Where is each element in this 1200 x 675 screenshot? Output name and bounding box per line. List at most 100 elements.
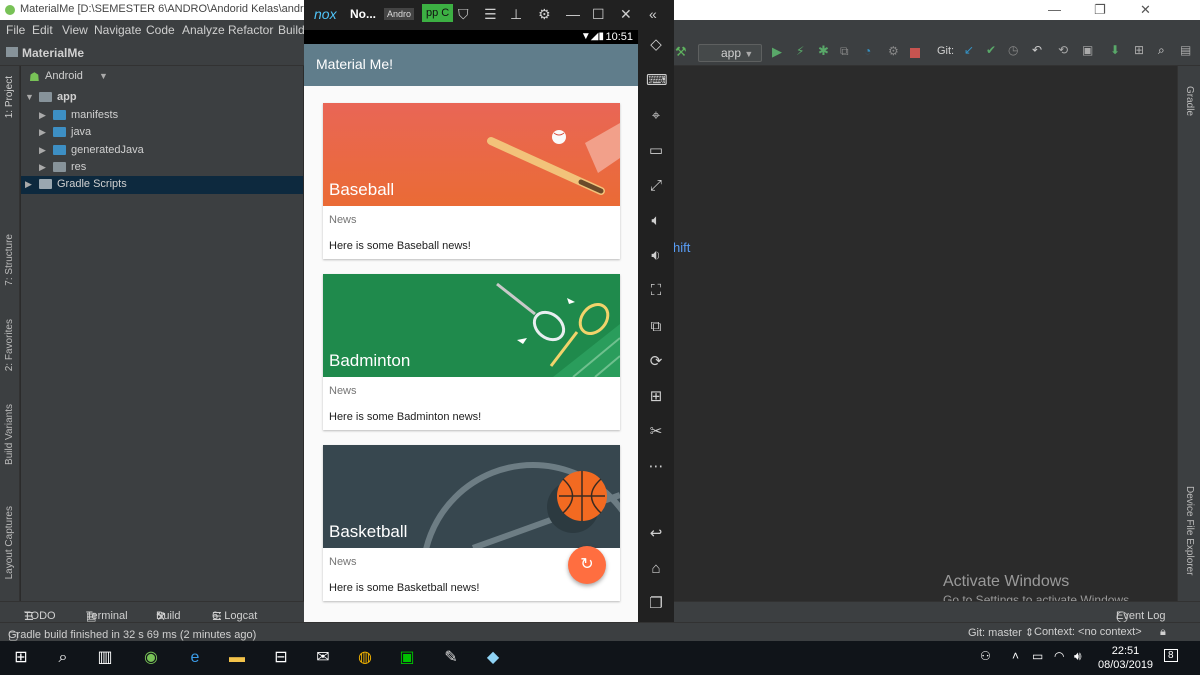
tree-node-gradle-scripts[interactable]: ▶ Gradle Scripts bbox=[21, 176, 303, 194]
menu-build[interactable]: Build bbox=[278, 23, 305, 37]
menu-file[interactable]: File bbox=[6, 23, 25, 37]
menu-edit[interactable]: Edit bbox=[32, 23, 53, 37]
sport-card-badminton[interactable]: Badminton News Here is some Badminton ne… bbox=[323, 274, 620, 430]
screenshot-icon[interactable]: ⛶ bbox=[646, 281, 666, 301]
tab-project[interactable]: 1: Project bbox=[4, 76, 15, 118]
taskbar-clock[interactable]: 22:51 08/03/2019 bbox=[1098, 644, 1153, 672]
collapse-toolbar-icon[interactable]: « bbox=[649, 6, 657, 22]
nox-taskbar-icon[interactable]: ◆ bbox=[480, 645, 506, 671]
more-icon[interactable]: ⋯ bbox=[646, 457, 666, 477]
chrome-icon[interactable]: ◍ bbox=[352, 645, 378, 671]
tab-layout-captures[interactable]: Layout Captures bbox=[4, 506, 15, 579]
apk-install-icon[interactable]: ⊞ bbox=[646, 387, 666, 407]
coverage-icon[interactable]: ⚙ bbox=[888, 44, 902, 58]
editor-hint-text: hift bbox=[673, 240, 691, 255]
wifi-icon[interactable]: ◠ bbox=[1054, 649, 1064, 663]
tab-build-variants[interactable]: Build Variants bbox=[4, 404, 15, 465]
tree-node-app[interactable]: ▼ app bbox=[25, 89, 303, 107]
shirt-icon[interactable]: ⛉ bbox=[458, 6, 469, 23]
minimize-icon[interactable]: — bbox=[566, 6, 580, 22]
sdk-manager-icon[interactable]: ⬇ bbox=[1110, 43, 1124, 57]
debug-icon[interactable]: ✱ bbox=[818, 43, 832, 58]
minimize-icon[interactable]: — bbox=[1048, 2, 1061, 17]
git-commit-icon[interactable]: ✔ bbox=[986, 43, 1000, 57]
multi-instance-icon[interactable]: ⧉ bbox=[646, 317, 666, 337]
volume-icon[interactable]: 🔊︎ bbox=[1074, 649, 1082, 664]
stop-icon[interactable] bbox=[910, 48, 920, 58]
tree-node-res[interactable]: ▶ res bbox=[39, 159, 303, 177]
settings-icon[interactable]: ⚙ bbox=[538, 6, 551, 23]
keyboard-icon[interactable]: ⌨ bbox=[646, 71, 668, 91]
screen-icon[interactable]: ▭ bbox=[646, 141, 666, 161]
pin-icon[interactable]: ⊥ bbox=[510, 6, 522, 23]
revert-icon[interactable]: ↶ bbox=[1032, 43, 1046, 57]
chevron-up-icon[interactable]: ˄ bbox=[1012, 649, 1019, 663]
apply-changes-icon[interactable]: ⚡ bbox=[796, 44, 810, 58]
tab-favorites[interactable]: 2: Favorites bbox=[4, 319, 15, 371]
maximize-icon[interactable]: ☐ bbox=[592, 6, 605, 23]
layout-icon[interactable]: ▤ bbox=[1180, 43, 1194, 57]
breadcrumb[interactable]: MaterialMe bbox=[6, 46, 84, 60]
menu-analyze[interactable]: Analyze bbox=[182, 23, 225, 37]
profile-icon[interactable]: ◔ bbox=[864, 44, 878, 58]
tree-node-manifests[interactable]: ▶ manifests bbox=[39, 107, 303, 125]
menu-icon[interactable]: ☰ bbox=[484, 6, 497, 23]
task-view-icon[interactable]: ▥ bbox=[92, 645, 118, 671]
tree-node-generatedjava[interactable]: ▶ generatedJava bbox=[39, 142, 303, 160]
tab-structure[interactable]: 7: Structure bbox=[4, 234, 15, 286]
close-icon[interactable]: ✕ bbox=[1140, 2, 1151, 18]
menu-refactor[interactable]: Refactor bbox=[228, 23, 273, 37]
search-icon[interactable]: ⌕ bbox=[1158, 43, 1172, 57]
battery-icon[interactable]: ▭ bbox=[1032, 649, 1043, 663]
scissors-icon[interactable]: ✂ bbox=[646, 422, 666, 442]
tab-device-file-explorer[interactable]: Device File Explorer bbox=[1184, 486, 1195, 575]
file-explorer-icon[interactable]: ▬ bbox=[224, 645, 250, 671]
refresh-fab-button[interactable]: ↻ bbox=[568, 546, 606, 584]
search-icon[interactable]: ⌕ bbox=[50, 645, 76, 671]
tree-node-java[interactable]: ▶ java bbox=[39, 124, 303, 142]
tab-gradle[interactable]: Gradle bbox=[1184, 86, 1195, 116]
sport-card-baseball[interactable]: Baseball News Here is some Baseball news… bbox=[323, 103, 620, 259]
store-icon[interactable]: ⊟ bbox=[268, 645, 294, 671]
attach-debugger-icon[interactable]: ⧉ bbox=[840, 44, 854, 58]
status-bar: ▢ Gradle build finished in 32 s 69 ms (2… bbox=[0, 622, 1200, 642]
avd-manager-icon[interactable]: ▣ bbox=[1082, 43, 1096, 57]
git-update-icon[interactable]: ↙ bbox=[964, 43, 978, 57]
windows-start-icon[interactable]: ⊞ bbox=[8, 645, 34, 671]
home-icon[interactable]: ⌂ bbox=[646, 559, 666, 579]
volume-up-icon[interactable]: 🔈︎ bbox=[646, 211, 666, 231]
git-branch[interactable]: Git: master ⇕ bbox=[968, 626, 1034, 639]
hammer-icon[interactable]: ⚒ bbox=[675, 44, 689, 59]
fullscreen-icon[interactable]: ⤢ bbox=[646, 176, 666, 196]
people-icon[interactable]: ⚇ bbox=[980, 649, 991, 663]
menu-view[interactable]: View bbox=[62, 23, 88, 37]
gradle-sync-icon[interactable]: ⟲ bbox=[1058, 43, 1072, 57]
paint-icon[interactable]: ✎ bbox=[438, 645, 464, 671]
history-icon[interactable]: ◷ bbox=[1008, 43, 1022, 57]
generated-folder-icon bbox=[53, 145, 66, 155]
nox-app-tag[interactable]: pp C bbox=[422, 4, 454, 22]
context-label[interactable]: Context: <no context> bbox=[1034, 626, 1142, 638]
volume-down-icon[interactable]: 🔉︎ bbox=[646, 246, 666, 266]
back-icon[interactable]: ↩ bbox=[646, 524, 666, 544]
menu-navigate[interactable]: Navigate bbox=[94, 23, 141, 37]
close-icon[interactable]: ✕ bbox=[620, 6, 632, 23]
restore-icon[interactable]: ❐ bbox=[1094, 2, 1106, 18]
mail-icon[interactable]: ✉ bbox=[310, 645, 336, 671]
location-icon[interactable]: ⌖ bbox=[646, 106, 666, 126]
menu-code[interactable]: Code bbox=[146, 23, 175, 37]
android-studio-icon[interactable]: ◉ bbox=[138, 645, 164, 671]
project-view-select[interactable]: ☗ Android ▼ bbox=[29, 68, 289, 86]
line-icon[interactable]: ▣ bbox=[394, 645, 420, 671]
notification-count[interactable]: 8 bbox=[1164, 649, 1178, 662]
app-title: Material Me! bbox=[316, 56, 394, 72]
edge-icon[interactable]: e bbox=[182, 645, 208, 671]
run-icon[interactable]: ▶ bbox=[772, 44, 786, 59]
recent-apps-icon[interactable]: ❐ bbox=[646, 594, 666, 614]
card-info: Here is some Badminton news! bbox=[329, 411, 482, 423]
rotate-icon[interactable]: ◇ bbox=[646, 35, 666, 55]
sync-icon[interactable]: ⟳ bbox=[646, 352, 666, 372]
lock-icon[interactable]: 🔒︎ bbox=[1160, 626, 1166, 639]
run-config-select[interactable]: app ▼ bbox=[698, 44, 762, 62]
structure-icon[interactable]: ⊞ bbox=[1134, 43, 1148, 57]
